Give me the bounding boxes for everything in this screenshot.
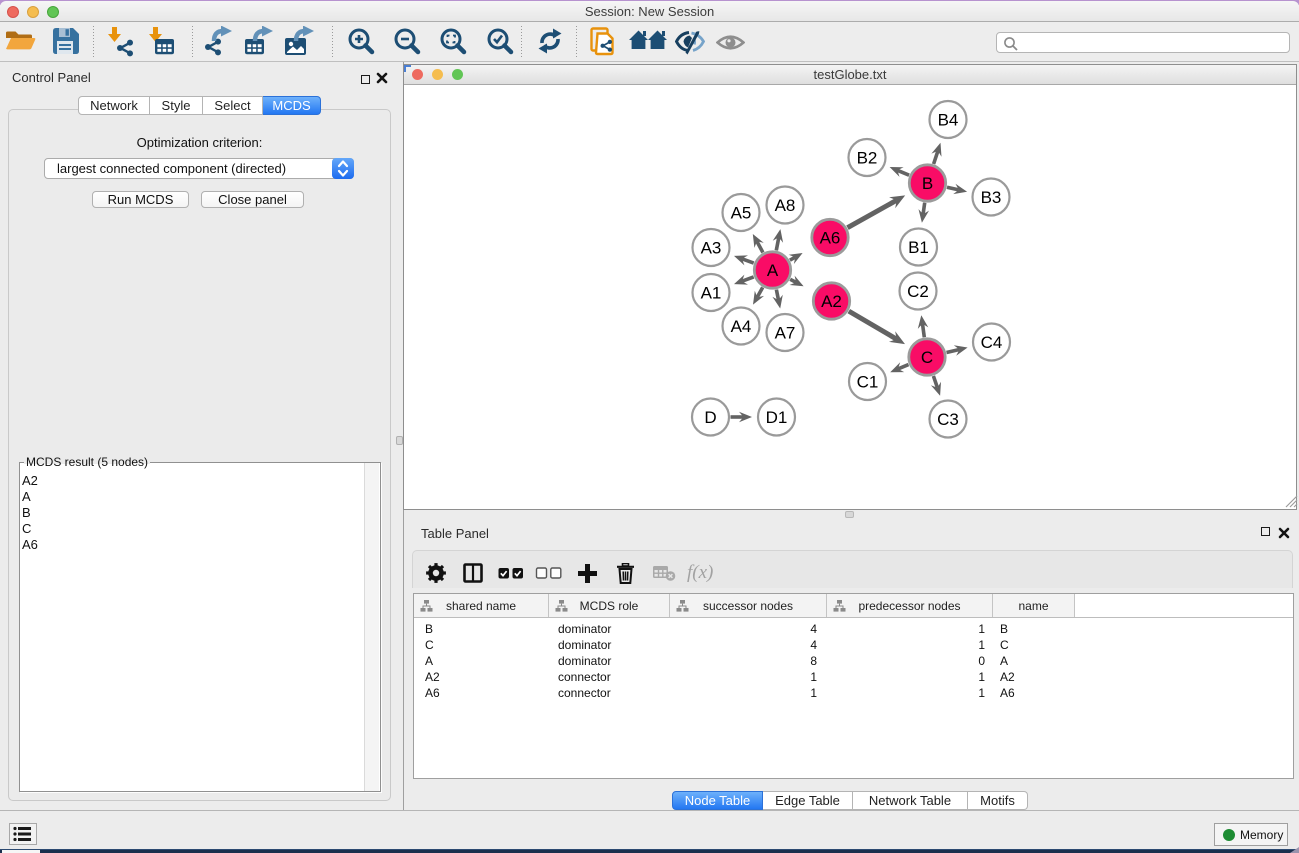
- svg-text:C2: C2: [907, 282, 929, 301]
- svg-text:B4: B4: [938, 111, 959, 130]
- svg-text:A1: A1: [701, 284, 722, 303]
- svg-text:C4: C4: [981, 333, 1003, 352]
- svg-text:A4: A4: [731, 317, 752, 336]
- svg-text:A3: A3: [701, 239, 722, 258]
- svg-text:C1: C1: [857, 373, 879, 392]
- svg-text:A2: A2: [821, 292, 842, 311]
- svg-text:A8: A8: [775, 196, 796, 215]
- svg-text:A7: A7: [775, 324, 796, 343]
- svg-text:B1: B1: [908, 238, 929, 257]
- svg-text:A: A: [767, 261, 779, 280]
- svg-text:C: C: [921, 348, 933, 367]
- svg-text:D: D: [704, 408, 716, 427]
- svg-text:B2: B2: [857, 149, 878, 168]
- svg-text:D1: D1: [766, 408, 788, 427]
- svg-text:A6: A6: [820, 229, 841, 248]
- svg-text:B3: B3: [981, 188, 1002, 207]
- svg-text:B: B: [922, 174, 933, 193]
- svg-text:C3: C3: [937, 410, 959, 429]
- svg-text:A5: A5: [731, 204, 752, 223]
